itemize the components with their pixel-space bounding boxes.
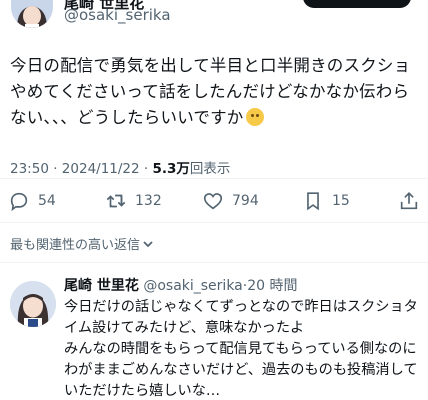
action-bar: 54 132 794 15 (0, 186, 428, 216)
reply-sort-label: 最も関連性の高い返信 (10, 238, 141, 253)
bookmark-count: 15 (332, 193, 350, 209)
author-handle[interactable]: @osaki_serika (64, 6, 171, 24)
meta-separator: · (53, 161, 58, 177)
reply-text: 今日だけの話じゃなくてずっとなので昨日はスクショタイム設けてみたけど、意味なかっ… (64, 299, 418, 399)
divider (0, 262, 428, 263)
bookmark-icon (307, 192, 319, 211)
chevron-down-icon (143, 240, 153, 247)
reply-author-name[interactable]: 尾崎 世里花 (64, 278, 139, 294)
retweet-icon (106, 194, 126, 208)
share-icon (400, 192, 418, 210)
heart-icon (203, 193, 223, 210)
tweet-date[interactable]: 2024/11/22 (62, 161, 140, 177)
like-count: 794 (232, 193, 259, 209)
bookmark-button[interactable]: 15 (302, 186, 350, 216)
meta-separator: · (143, 161, 149, 177)
tweet-text: 今日の配信で勇気を出して半目と口半開きのスクショやめてくださいって話をしたんだけ… (10, 53, 420, 131)
tweet-body: 今日の配信で勇気を出して半目と口半開きのスクショやめてくださいって話をしたんだけ… (10, 56, 411, 127)
retweet-button[interactable]: 132 (105, 186, 162, 216)
tweet-meta: 23:50 · 2024/11/22 · 5.3万回表示 (10, 157, 230, 177)
reply-icon (10, 192, 28, 212)
retweet-count: 132 (135, 193, 162, 209)
reply-time[interactable]: 20 時間 (247, 278, 297, 294)
worried-face-icon (245, 108, 264, 126)
divider (0, 178, 428, 179)
reply-button[interactable]: 54 (8, 186, 56, 216)
follow-button[interactable] (303, 0, 411, 8)
tweet-header: 尾崎 世里花 @osaki_serika (0, 0, 428, 42)
like-button[interactable]: 794 (202, 186, 259, 216)
reply-header: 尾崎 世里花 @osaki_serika·20 時間 (64, 275, 297, 295)
share-button[interactable] (398, 186, 420, 216)
reply-count: 54 (38, 193, 56, 209)
tweet-time[interactable]: 23:50 (10, 161, 49, 177)
reply-avatar[interactable] (10, 281, 56, 327)
divider (0, 222, 428, 223)
views-count: 5.3万 (152, 161, 190, 177)
views-label: 回表示 (189, 161, 231, 177)
reply-author-handle[interactable]: @osaki_serika (143, 278, 242, 294)
reply-sort-dropdown[interactable]: 最も関連性の高い返信 (10, 234, 154, 253)
avatar[interactable] (11, 0, 53, 28)
